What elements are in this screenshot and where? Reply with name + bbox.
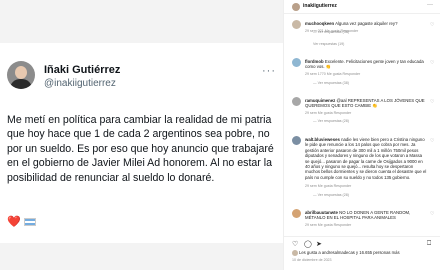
argentina-flag-icon	[23, 218, 36, 227]
tweet-author-name: Iñaki Gutiérrez	[44, 64, 121, 76]
post-header: inakiigutierrez ···	[284, 0, 440, 14]
bookmark-icon[interactable]: ⎕	[427, 240, 431, 248]
like-comment-icon[interactable]: ♡	[430, 22, 434, 28]
comment-avatar[interactable]	[292, 58, 301, 67]
comment-avatar[interactable]	[292, 20, 301, 29]
comment-meta[interactable]: 29 sem Me gusta Responder	[305, 184, 351, 188]
post-image: Iñaki Gutiérrez @inakiigutierrez ··· Me …	[0, 0, 283, 270]
comment-avatar[interactable]	[292, 97, 301, 106]
comments-panel: inakiigutierrez ··· muchooqkeen Alguna v…	[283, 0, 440, 270]
post-date: 10 de diciembre de 2023	[292, 258, 332, 262]
comment-text: ramuquimenez @aal REPRESENTAS A LOS JÓVE…	[305, 98, 425, 109]
comment-text: walt.bluvieweses nadie les viene bien pe…	[305, 137, 427, 180]
tweet-emojis: ❤️	[7, 215, 36, 228]
comment-meta[interactable]: 29 sem 1770 Me gusta Responder	[305, 72, 360, 76]
comment-avatar[interactable]	[292, 136, 301, 145]
view-replies[interactable]: — Ver respuestas (38)	[313, 30, 349, 34]
comment-text: muchooqkeen Alguna vez pagaste alquiler …	[305, 21, 398, 26]
view-replies[interactable]: Ver respuestas (19)	[313, 42, 344, 46]
comment-meta[interactable]: 29 sem Me gusta Responder	[305, 111, 351, 115]
view-replies[interactable]: — Ver respuestas (28)	[313, 193, 349, 197]
like-comment-icon[interactable]: ♡	[430, 211, 434, 217]
comment-meta[interactable]: 29 sem Me gusta Responder	[305, 223, 351, 227]
more-icon: ···	[262, 65, 276, 77]
more-options-icon[interactable]: ···	[427, 2, 433, 8]
post-actions: ♡ ◯ ➤ ⎕	[284, 236, 440, 248]
comment-text: abrilbauutanwte NO LO DONEN A GENTE RAND…	[305, 210, 411, 221]
view-replies[interactable]: — Ver respuestas (28)	[313, 119, 349, 123]
liker-avatar	[292, 250, 298, 256]
comment-avatar[interactable]	[292, 209, 301, 218]
header-username[interactable]: inakiigutierrez	[303, 3, 337, 9]
likes-summary[interactable]: Les gusta a andresalmadecas y 16.655 per…	[292, 250, 400, 256]
tweet-avatar	[7, 61, 35, 89]
header-avatar[interactable]	[292, 3, 300, 11]
tweet-text: Me metí en política para cambiar la real…	[7, 114, 274, 184]
tweet-author-handle: @inakiigutierrez	[44, 78, 116, 89]
comment-icon[interactable]: ◯	[304, 240, 312, 248]
comment-text: flordmob Excelente. Felicitaciones gente…	[305, 59, 424, 70]
like-comment-icon[interactable]: ♡	[430, 138, 434, 144]
like-comment-icon[interactable]: ♡	[430, 99, 434, 105]
tweet-card: Iñaki Gutiérrez @inakiigutierrez ··· Me …	[0, 43, 283, 243]
share-icon[interactable]: ➤	[316, 240, 322, 248]
view-replies[interactable]: — Ver respuestas (38)	[313, 81, 349, 85]
heart-icon[interactable]: ♡	[292, 240, 298, 248]
heart-emoji: ❤️	[7, 216, 21, 228]
like-comment-icon[interactable]: ♡	[430, 60, 434, 66]
